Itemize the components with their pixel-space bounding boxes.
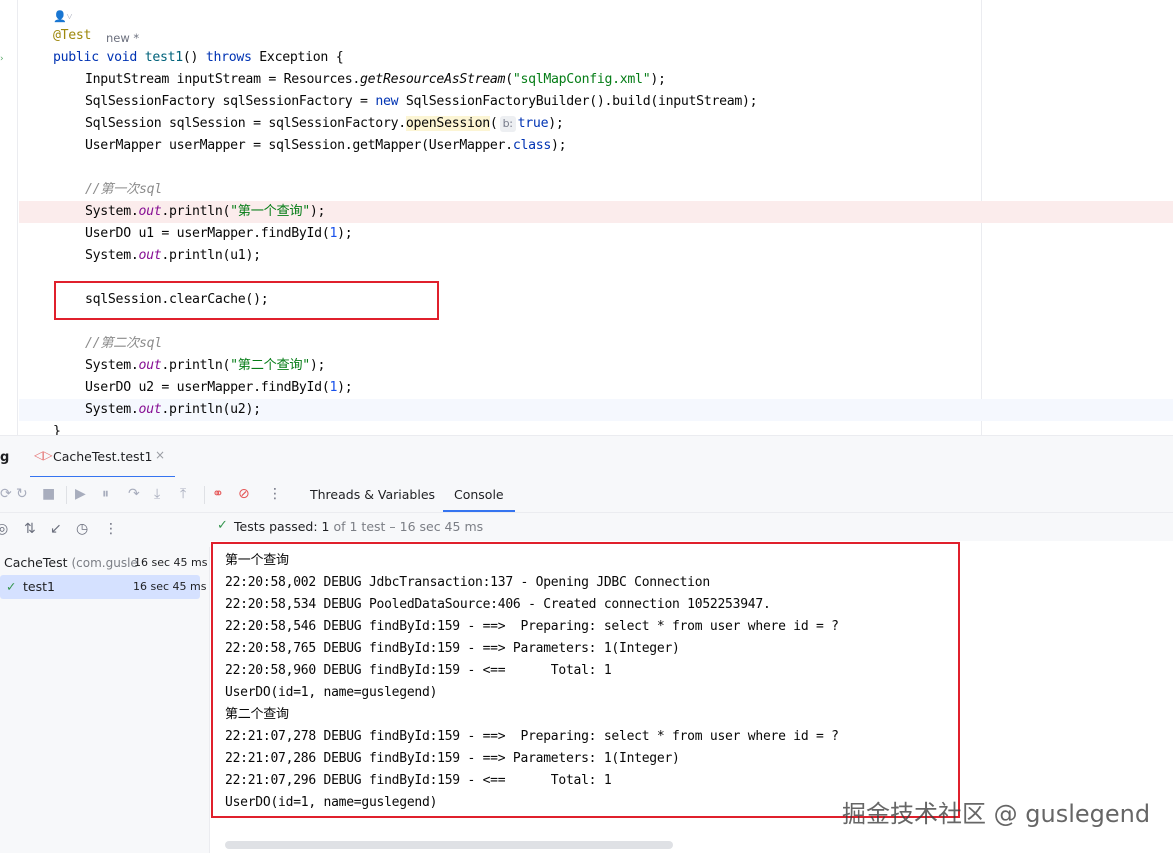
code-text: UserDO u2 = userMapper.findById(1);	[85, 380, 353, 395]
stop-icon[interactable]: ■	[42, 485, 55, 503]
step-out-icon[interactable]: ⤒	[180, 485, 186, 503]
code-line[interactable]: //第二次sql	[0, 333, 1173, 355]
horizontal-scrollbar[interactable]	[225, 841, 673, 849]
code-text: UserDO u1 = userMapper.findById(1);	[85, 226, 353, 241]
code-line[interactable]: UserDO u2 = userMapper.findById(1);	[0, 377, 1173, 399]
code-line[interactable]: }	[0, 421, 1173, 435]
highlight-box	[211, 542, 960, 818]
more-icon[interactable]: ⋮	[268, 485, 282, 503]
tree-item-label: CacheTest (com.gusle	[4, 555, 138, 570]
test-status-bar: ✓ Tests passed: 1 of 1 test – 16 sec 45 …	[210, 513, 1173, 541]
watermark: 掘金技术社区 @ guslegend	[842, 800, 1151, 828]
code-text: public void test1() throws Exception {	[53, 50, 344, 65]
annotation: @Test	[53, 28, 92, 43]
code-editor[interactable]: › 👤˅ @Test new * public void test1() thr…	[0, 0, 1173, 435]
view-breakpoints-icon[interactable]: ⚭	[212, 485, 224, 503]
close-icon[interactable]: ×	[155, 448, 165, 462]
tree-item-time: 16 sec 45 ms	[133, 580, 207, 593]
code-text: System.out.println("第二个查询");	[85, 358, 326, 373]
test-status-text: Tests passed: 1 of 1 test – 16 sec 45 ms	[234, 519, 484, 534]
code-line[interactable]: UserDO u1 = userMapper.findById(1);	[0, 223, 1173, 245]
code-line[interactable]: SqlSessionFactory sqlSessionFactory = ne…	[0, 91, 1173, 113]
code-text: SqlSession sqlSession = sqlSessionFactor…	[85, 116, 564, 132]
code-line-breakpoint[interactable]: System.out.println("第一个查询");	[19, 201, 1173, 223]
debug-toolbar: ⟳ ↻ ■ ▶ ⏸ ↷ ⤓ ⤒ ⚭ ⊘ ⋮ Threads & Variable…	[0, 477, 1173, 513]
code-line[interactable]: //第一次sql	[0, 179, 1173, 201]
code-line[interactable]: SqlSession sqlSession = sqlSessionFactor…	[0, 113, 1173, 135]
rerun-icon[interactable]: ⟳	[0, 485, 12, 503]
parameter-hint: b:	[499, 116, 516, 132]
code-text: SqlSessionFactory sqlSessionFactory = ne…	[85, 94, 758, 109]
check-icon: ✓	[217, 518, 228, 533]
author-inlay-icon: 👤˅	[53, 10, 73, 23]
test-tree-toolbar: ◎ ⇅ ↙ ◷ ⋮	[0, 513, 210, 547]
code-line[interactable]: public void test1() throws Exception {	[0, 47, 1173, 69]
tab-threads-variables[interactable]: Threads & Variables	[310, 487, 435, 502]
toolbar-separator	[66, 486, 67, 504]
mute-breakpoints-icon[interactable]: ⊘	[238, 485, 250, 503]
tool-window-title: g	[0, 450, 10, 465]
code-text: System.out.println("第一个查询");	[85, 204, 326, 219]
highlight-box	[54, 281, 439, 320]
session-tab-label: CacheTest.test1	[53, 449, 153, 464]
tab-console[interactable]: Console	[454, 487, 504, 502]
code-line[interactable]: @Test new *	[0, 25, 1173, 47]
code-line[interactable]: System.out.println(u1);	[0, 245, 1173, 267]
code-text: InputStream inputStream = Resources.getR…	[85, 72, 666, 87]
show-passed-icon[interactable]: ◎	[0, 520, 8, 538]
more-icon[interactable]: ⋮	[104, 520, 118, 538]
check-icon: ✓	[6, 579, 17, 594]
step-into-icon[interactable]: ⤓	[154, 485, 160, 503]
collapse-icon[interactable]: ↙	[50, 520, 62, 538]
usage-hint[interactable]: new *	[106, 31, 139, 45]
tree-item-label: test1	[23, 579, 55, 594]
code-text: UserMapper userMapper = sqlSession.getMa…	[85, 138, 567, 153]
code-line[interactable]: InputStream inputStream = Resources.getR…	[0, 69, 1173, 91]
tree-item-test1[interactable]: ✓ test1 16 sec 45 ms	[0, 575, 206, 599]
pause-icon[interactable]: ⏸	[102, 485, 109, 503]
code-line-current[interactable]: System.out.println(u2);	[19, 399, 1173, 421]
test-tree: CacheTest (com.gusle 16 sec 45 ms ✓ test…	[0, 547, 210, 853]
comment: //第二次sql	[85, 336, 162, 351]
tree-item-time: 16 sec 45 ms	[134, 556, 208, 569]
code-text: System.out.println(u1);	[85, 248, 261, 263]
history-icon[interactable]: ◷	[76, 520, 88, 538]
code-line[interactable]: System.out.println("第二个查询");	[0, 355, 1173, 377]
code-text: System.out.println(u2);	[85, 402, 261, 417]
tree-item-cachetest[interactable]: CacheTest (com.gusle 16 sec 45 ms	[0, 551, 208, 575]
active-tab-indicator	[443, 510, 515, 512]
step-over-icon[interactable]: ↷	[128, 485, 140, 503]
code-text: }	[53, 424, 61, 435]
debug-tool-window-header: g ◁▷ CacheTest.test1 ×	[0, 435, 1173, 478]
junit-icon: ◁▷	[34, 448, 53, 462]
sort-icon[interactable]: ⇅	[24, 520, 36, 538]
toolbar-separator	[204, 486, 205, 504]
rerun-failed-icon[interactable]: ↻	[16, 485, 28, 503]
session-tab[interactable]: ◁▷ CacheTest.test1 ×	[30, 436, 175, 478]
comment: //第一次sql	[85, 182, 162, 197]
code-line[interactable]: UserMapper userMapper = sqlSession.getMa…	[0, 135, 1173, 157]
resume-icon[interactable]: ▶	[75, 485, 86, 503]
